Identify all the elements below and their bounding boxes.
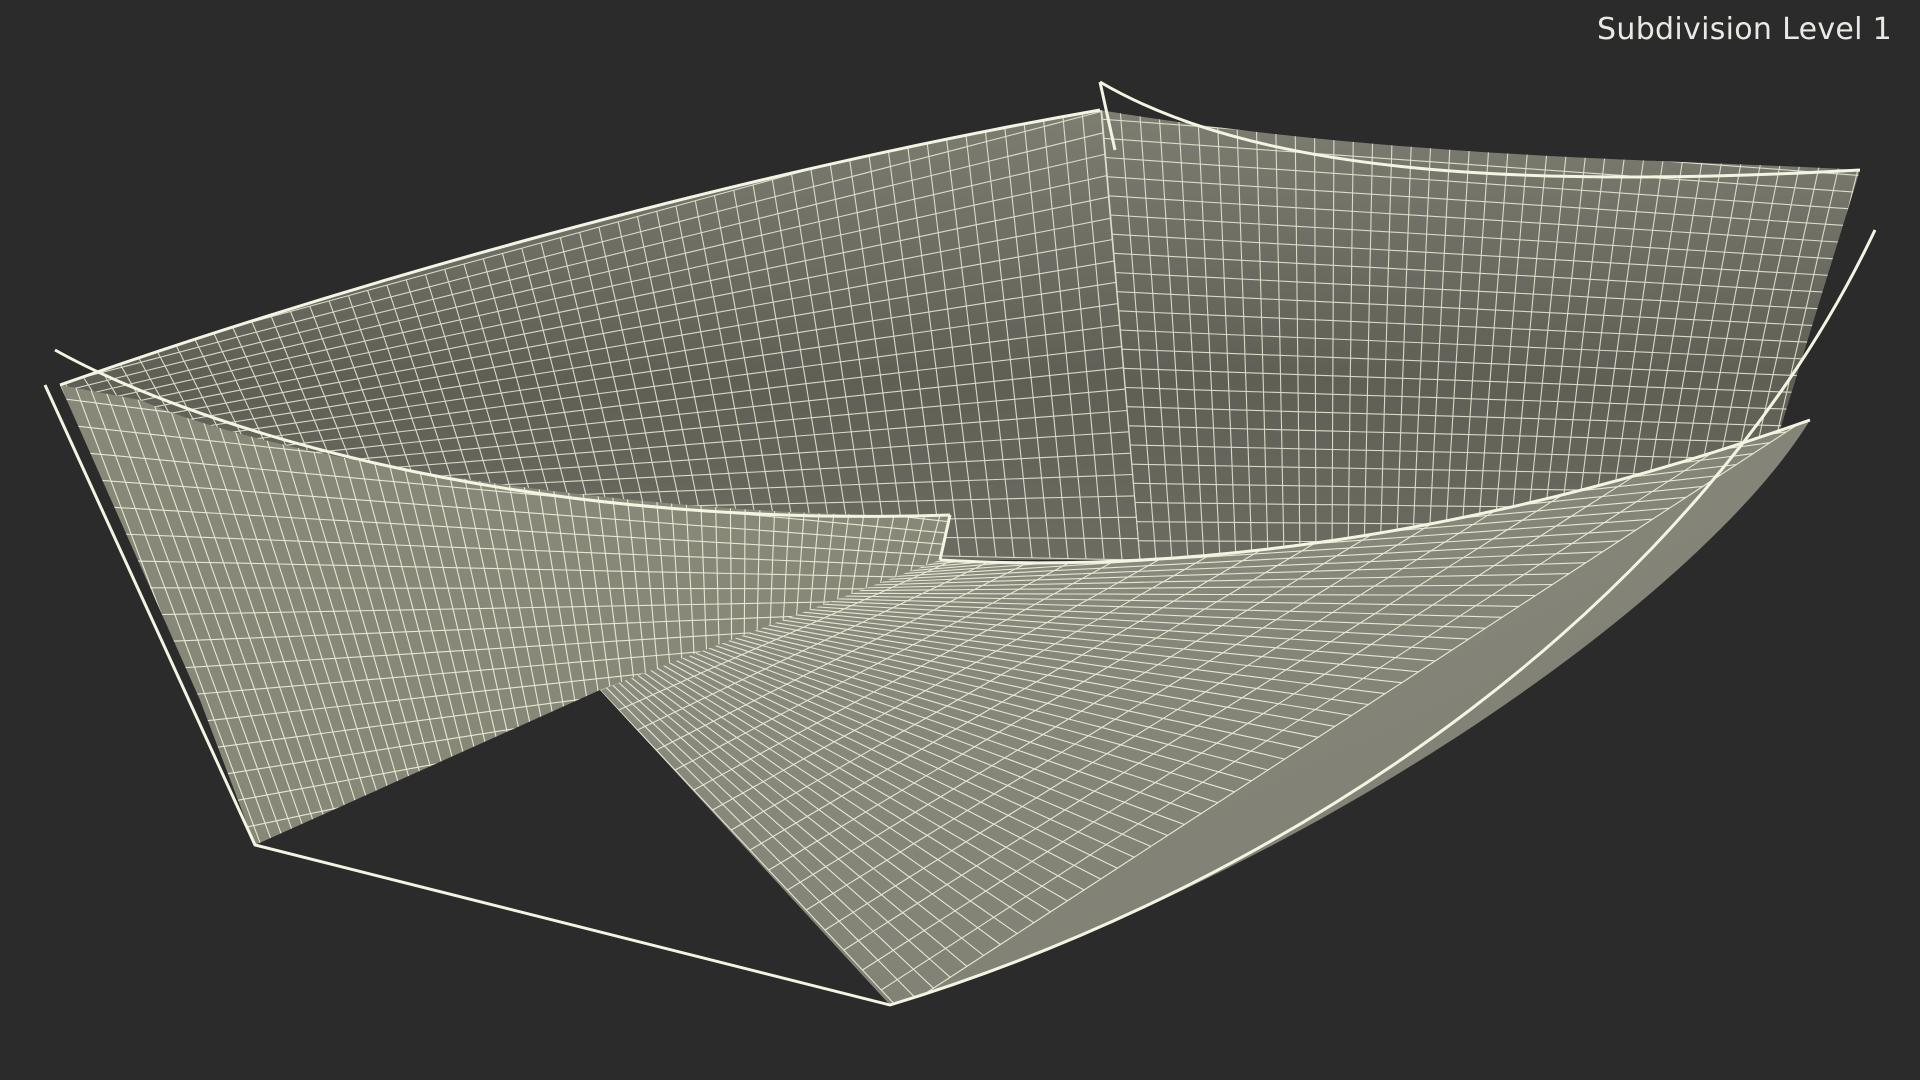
- wireframe-model-render: [43, 80, 1877, 1007]
- 3d-viewport[interactable]: Subdivision Level 1: [0, 0, 1920, 1080]
